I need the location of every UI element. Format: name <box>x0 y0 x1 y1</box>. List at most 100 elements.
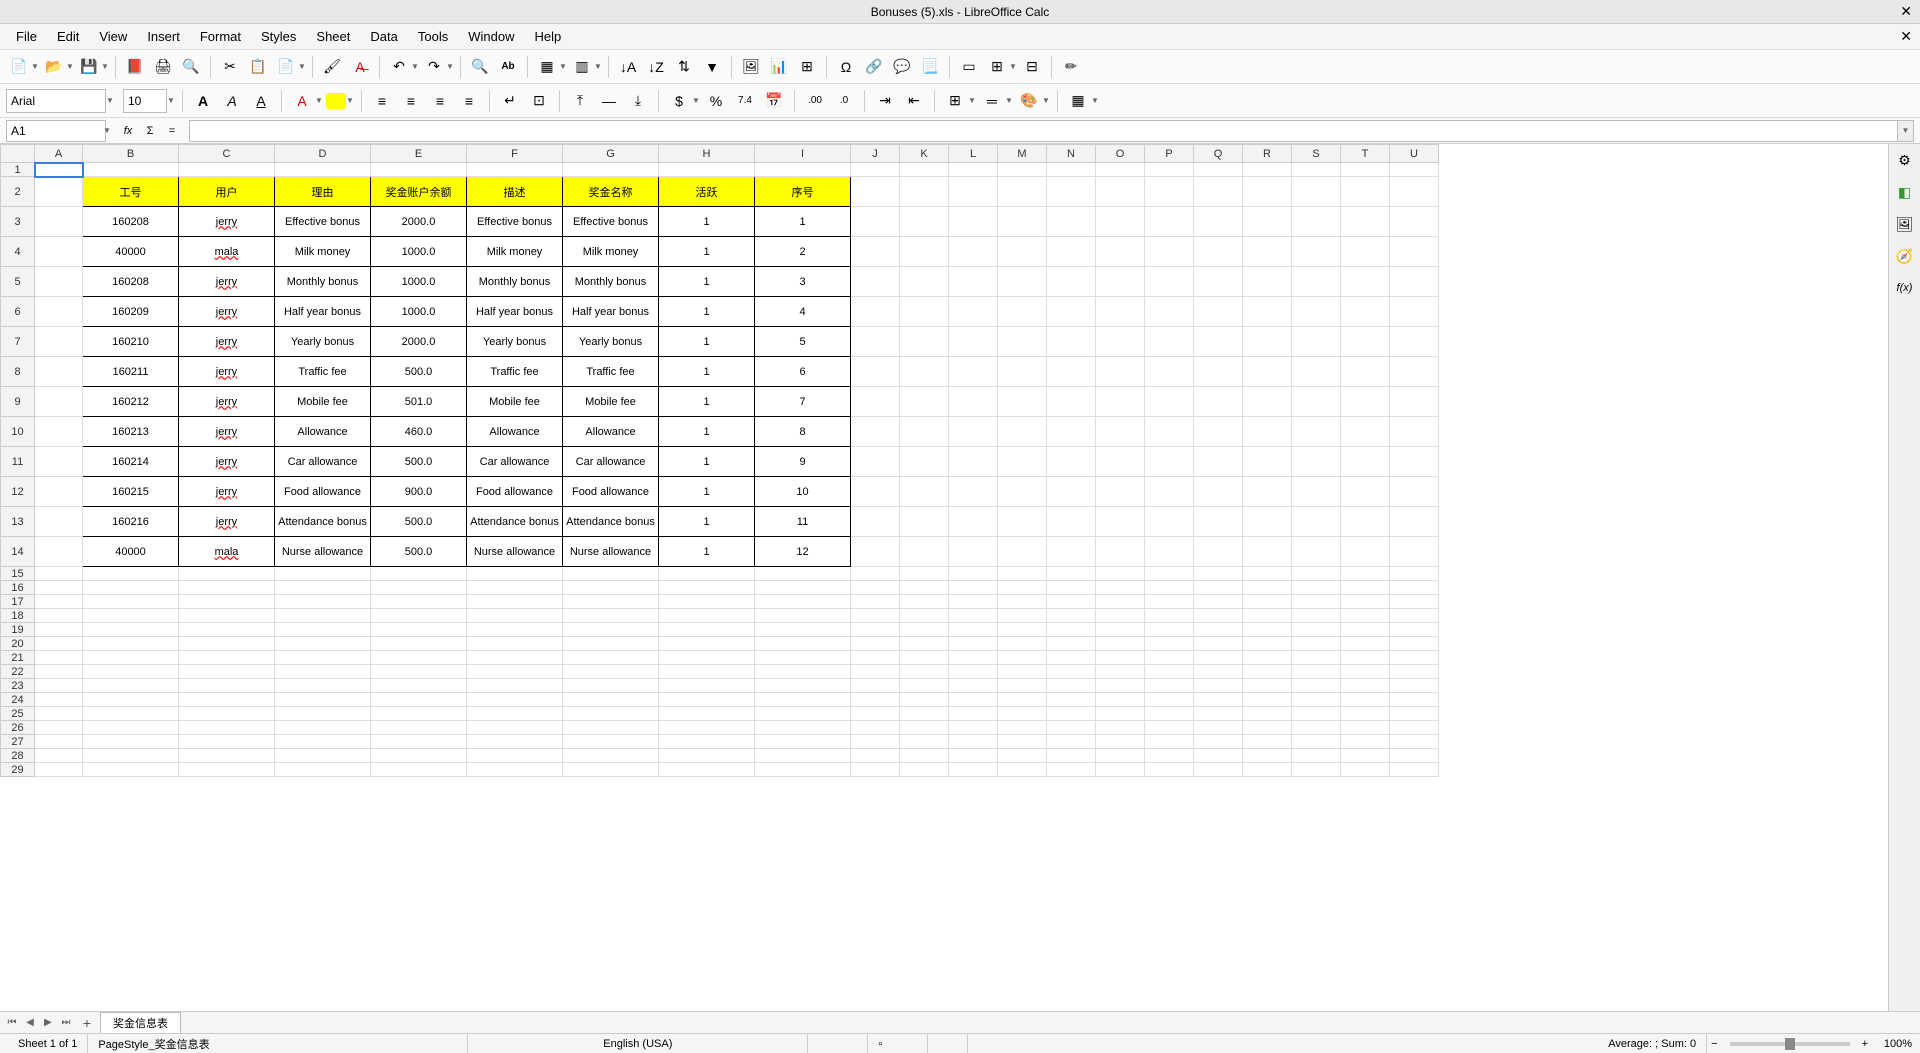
cell-B21[interactable] <box>83 651 179 665</box>
cell-P11[interactable] <box>1145 447 1194 477</box>
cell-U16[interactable] <box>1390 581 1439 595</box>
column-header-U[interactable]: U <box>1390 145 1439 163</box>
cell-S15[interactable] <box>1292 567 1341 581</box>
cell-G14[interactable]: Nurse allowance <box>563 537 659 567</box>
cell-N12[interactable] <box>1047 477 1096 507</box>
cell-B3[interactable]: 160208 <box>83 207 179 237</box>
cell-U6[interactable] <box>1390 297 1439 327</box>
cell-G15[interactable] <box>563 567 659 581</box>
cell-L18[interactable] <box>949 609 998 623</box>
open-dropdown-icon[interactable]: ▼ <box>66 62 74 71</box>
cell-H13[interactable]: 1 <box>659 507 755 537</box>
cell-G10[interactable]: Allowance <box>563 417 659 447</box>
cell-F21[interactable] <box>467 651 563 665</box>
cell-O5[interactable] <box>1096 267 1145 297</box>
cell-P26[interactable] <box>1145 721 1194 735</box>
cell-B9[interactable]: 160212 <box>83 387 179 417</box>
cell-K18[interactable] <box>900 609 949 623</box>
cell-B8[interactable]: 160211 <box>83 357 179 387</box>
cell-D5[interactable]: Monthly bonus <box>275 267 371 297</box>
cell-N17[interactable] <box>1047 595 1096 609</box>
cell-J23[interactable] <box>851 679 900 693</box>
export-pdf-icon[interactable]: 📕 <box>122 54 148 80</box>
cell-R12[interactable] <box>1243 477 1292 507</box>
column-header-P[interactable]: P <box>1145 145 1194 163</box>
cell-Q20[interactable] <box>1194 637 1243 651</box>
cell-A2[interactable] <box>35 177 83 207</box>
cell-P8[interactable] <box>1145 357 1194 387</box>
function-wizard-icon[interactable]: fx <box>119 122 137 140</box>
cell-J24[interactable] <box>851 693 900 707</box>
cell-S29[interactable] <box>1292 763 1341 777</box>
cut-icon[interactable]: ✂ <box>217 54 243 80</box>
cell-R5[interactable] <box>1243 267 1292 297</box>
column-header-F[interactable]: F <box>467 145 563 163</box>
cell-E10[interactable]: 460.0 <box>371 417 467 447</box>
cell-M27[interactable] <box>998 735 1047 749</box>
cell-D9[interactable]: Mobile fee <box>275 387 371 417</box>
cell-T5[interactable] <box>1341 267 1390 297</box>
cell-U10[interactable] <box>1390 417 1439 447</box>
cell-P3[interactable] <box>1145 207 1194 237</box>
cell-K16[interactable] <box>900 581 949 595</box>
cell-F14[interactable]: Nurse allowance <box>467 537 563 567</box>
cell-H19[interactable] <box>659 623 755 637</box>
cell-B26[interactable] <box>83 721 179 735</box>
cell-L17[interactable] <box>949 595 998 609</box>
cell-A11[interactable] <box>35 447 83 477</box>
column-header-N[interactable]: N <box>1047 145 1096 163</box>
cell-T4[interactable] <box>1341 237 1390 267</box>
cell-S7[interactable] <box>1292 327 1341 357</box>
cell-E20[interactable] <box>371 637 467 651</box>
cell-C1[interactable] <box>179 163 275 177</box>
cell-S5[interactable] <box>1292 267 1341 297</box>
cell-D2[interactable]: 理由 <box>275 177 371 207</box>
menu-styles[interactable]: Styles <box>251 25 306 48</box>
cell-I24[interactable] <box>755 693 851 707</box>
cell-F3[interactable]: Effective bonus <box>467 207 563 237</box>
formula-input[interactable] <box>189 120 1898 142</box>
cell-S3[interactable] <box>1292 207 1341 237</box>
cell-J21[interactable] <box>851 651 900 665</box>
cell-E23[interactable] <box>371 679 467 693</box>
cell-K26[interactable] <box>900 721 949 735</box>
currency-dropdown-icon[interactable]: ▼ <box>692 96 700 105</box>
cellref-dropdown-icon[interactable]: ▼ <box>103 126 111 135</box>
cell-J10[interactable] <box>851 417 900 447</box>
row-header-19[interactable]: 19 <box>1 623 35 637</box>
cell-H5[interactable]: 1 <box>659 267 755 297</box>
border-color-dropdown-icon[interactable]: ▼ <box>1042 96 1050 105</box>
cell-G8[interactable]: Traffic fee <box>563 357 659 387</box>
cell-Q8[interactable] <box>1194 357 1243 387</box>
window-close-icon[interactable]: ✕ <box>1900 3 1912 20</box>
define-print-area-icon[interactable]: ▭ <box>956 54 982 80</box>
cell-P13[interactable] <box>1145 507 1194 537</box>
cell-M14[interactable] <box>998 537 1047 567</box>
cell-A29[interactable] <box>35 763 83 777</box>
cell-M18[interactable] <box>998 609 1047 623</box>
cell-C14[interactable]: mala <box>179 537 275 567</box>
cell-Q24[interactable] <box>1194 693 1243 707</box>
align-top-icon[interactable]: ⤒ <box>567 88 593 114</box>
cell-B10[interactable]: 160213 <box>83 417 179 447</box>
cell-K17[interactable] <box>900 595 949 609</box>
column-header-R[interactable]: R <box>1243 145 1292 163</box>
cell-C25[interactable] <box>179 707 275 721</box>
cell-M22[interactable] <box>998 665 1047 679</box>
cell-P24[interactable] <box>1145 693 1194 707</box>
cell-Q9[interactable] <box>1194 387 1243 417</box>
cell-J6[interactable] <box>851 297 900 327</box>
cell-T13[interactable] <box>1341 507 1390 537</box>
cell-O19[interactable] <box>1096 623 1145 637</box>
cell-U24[interactable] <box>1390 693 1439 707</box>
cell-Q22[interactable] <box>1194 665 1243 679</box>
cell-M7[interactable] <box>998 327 1047 357</box>
cell-N16[interactable] <box>1047 581 1096 595</box>
cell-F12[interactable]: Food allowance <box>467 477 563 507</box>
cell-S8[interactable] <box>1292 357 1341 387</box>
cell-M29[interactable] <box>998 763 1047 777</box>
align-center-icon[interactable]: ≡ <box>398 88 424 114</box>
cell-N26[interactable] <box>1047 721 1096 735</box>
cell-Q13[interactable] <box>1194 507 1243 537</box>
cell-J16[interactable] <box>851 581 900 595</box>
